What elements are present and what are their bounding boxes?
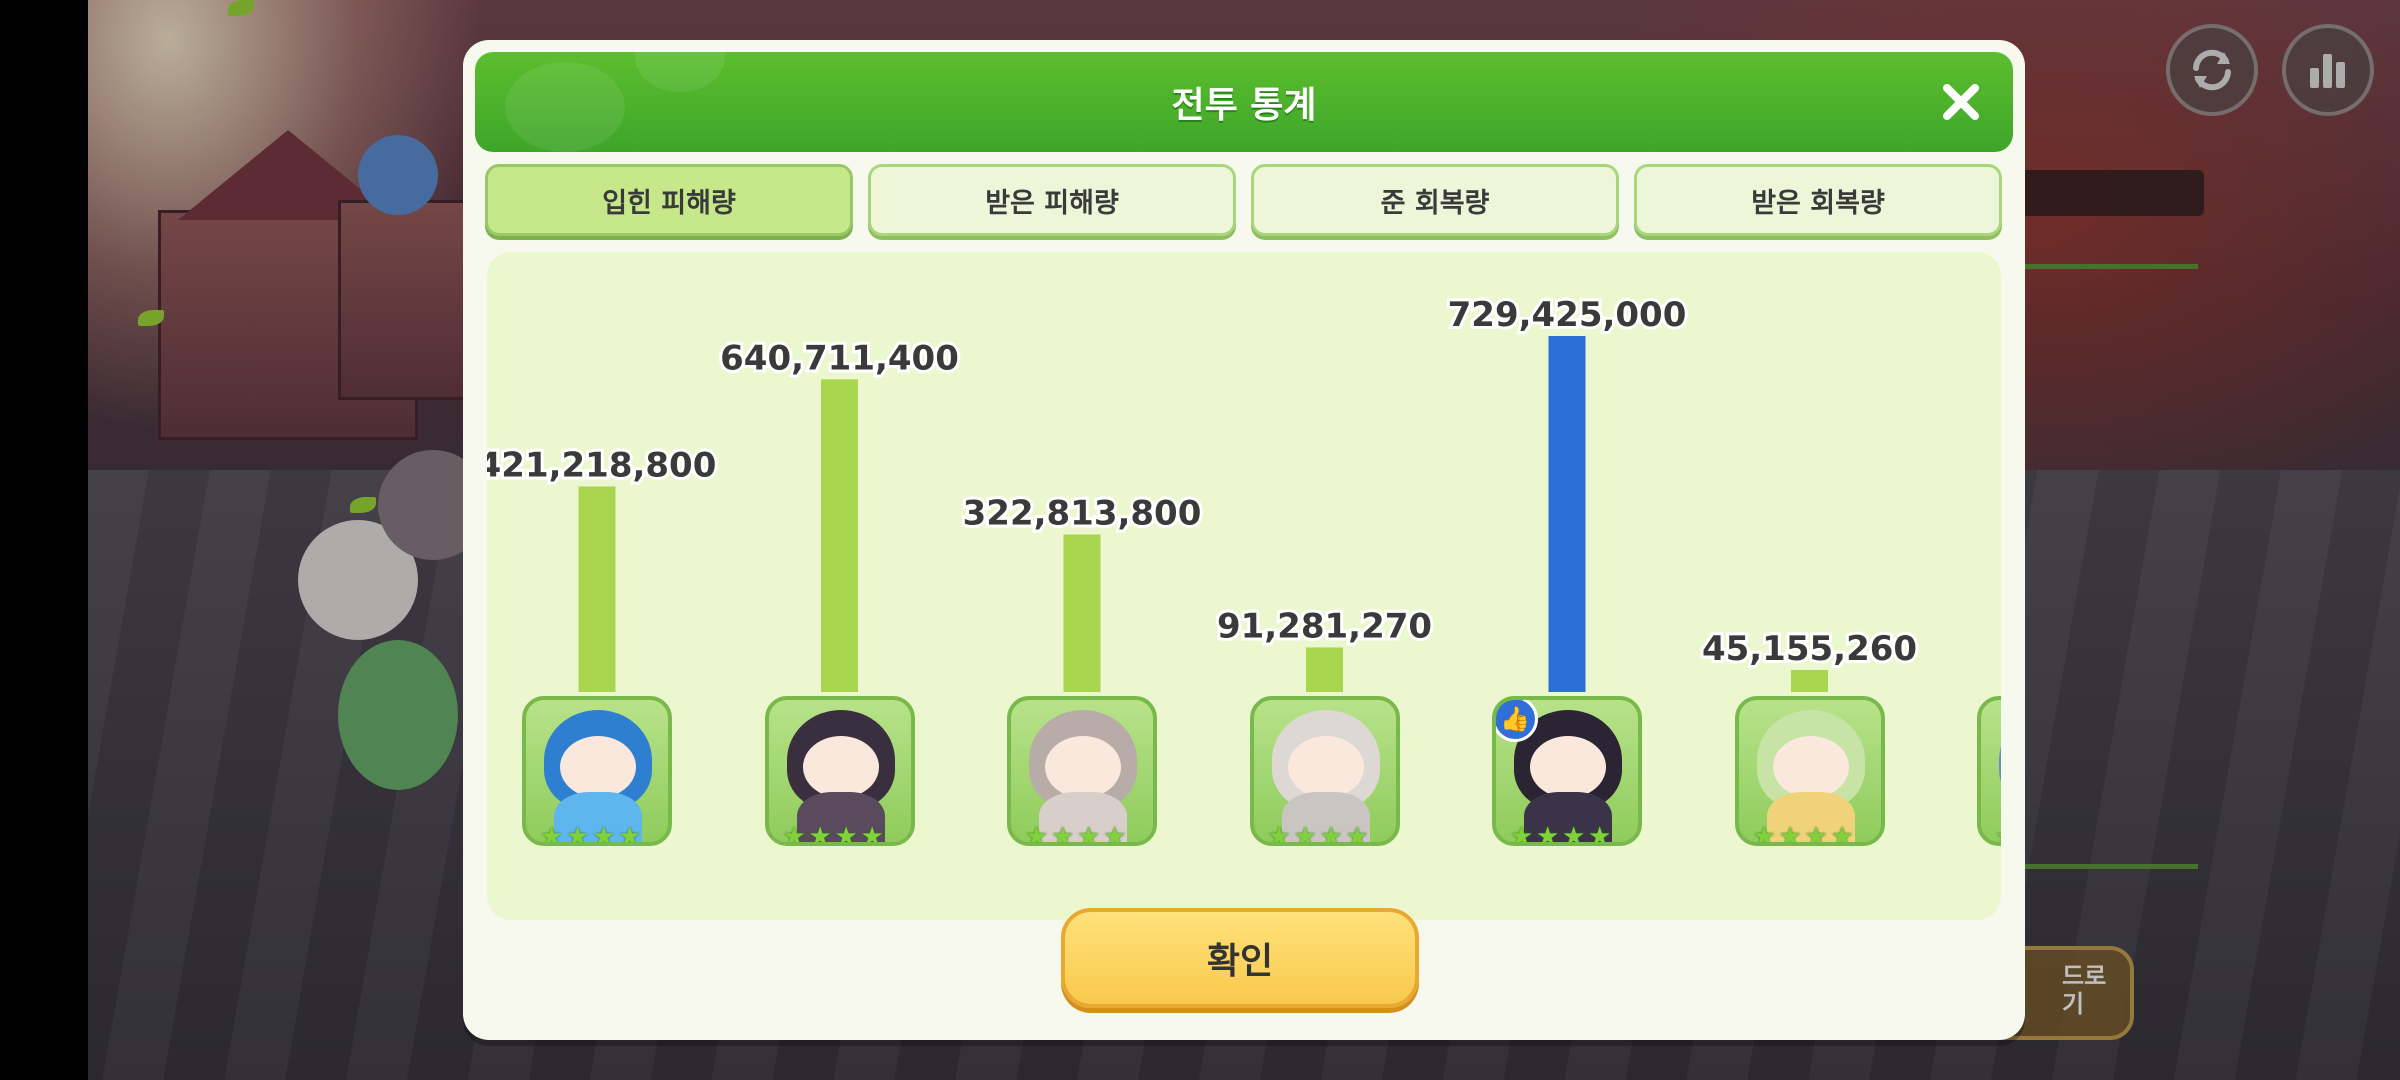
tab-damage-dealt[interactable]: 입힌 피해량 bbox=[485, 164, 853, 236]
dialog-header: 전투 통계 bbox=[475, 52, 2013, 152]
damage-bar bbox=[821, 379, 858, 692]
character-portrait[interactable]: ★★★★ bbox=[522, 696, 672, 846]
close-icon bbox=[1943, 84, 1979, 120]
damage-bar bbox=[1791, 669, 1828, 692]
star-icon: ★ bbox=[860, 822, 884, 846]
star-icon: ★ bbox=[1536, 822, 1560, 846]
tab-healing-done[interactable]: 준 회복량 bbox=[1251, 164, 1619, 236]
character-portrait[interactable]: ★★★★ bbox=[1977, 696, 2001, 846]
character-portrait[interactable]: ★★★★ bbox=[764, 696, 915, 846]
star-icon: ★ bbox=[834, 822, 858, 846]
star-icon: ★ bbox=[1588, 822, 1612, 846]
battle-stats-dialog: 전투 통계 입힌 피해량 받은 피해량 준 회복량 받은 회복량 421,218… bbox=[463, 40, 2025, 1040]
star-icon: ★ bbox=[1804, 822, 1828, 846]
damage-value-label: 729,425,000 bbox=[1448, 295, 1687, 335]
star-icon: ★ bbox=[1345, 822, 1369, 846]
damage-value-label: 640,711,400 bbox=[720, 338, 959, 378]
star-icon: ★ bbox=[1995, 824, 2001, 842]
star-icon: ★ bbox=[782, 822, 806, 846]
character-portrait[interactable]: ★ ★ ★ ★ 👍 bbox=[1492, 696, 1642, 846]
star-icon: ★ bbox=[618, 822, 642, 846]
star-icon: ★ bbox=[1510, 822, 1534, 846]
damage-value-label: 45,155,260 bbox=[1702, 629, 1917, 669]
damage-bar bbox=[1548, 336, 1586, 692]
damage-bar bbox=[578, 486, 616, 692]
star-icon: ★ bbox=[1319, 822, 1343, 846]
damage-bar bbox=[1306, 647, 1343, 692]
star-icon: ★ bbox=[1562, 822, 1586, 846]
damage-bar bbox=[1063, 534, 1101, 692]
damage-value-label: 421,218,800 bbox=[487, 445, 716, 485]
damage-chart-panel: 421,218,800 640,711,400 322,813,800 91,281,… bbox=[487, 252, 2001, 920]
character-portrait[interactable]: ★★★★ bbox=[1249, 696, 1400, 846]
damage-value-label: 91,281,270 bbox=[1217, 606, 1432, 646]
star-icon: ★ bbox=[1025, 822, 1049, 846]
star-icon: ★ bbox=[1103, 822, 1127, 846]
confirm-button[interactable]: 확인 bbox=[1061, 908, 1419, 1008]
damage-value-label: 322,813,800 bbox=[963, 493, 1202, 533]
tab-damage-taken[interactable]: 받은 피해량 bbox=[868, 164, 1236, 236]
character-face bbox=[1287, 736, 1364, 798]
star-icon: ★ bbox=[1267, 822, 1291, 846]
character-hair bbox=[1999, 710, 2001, 810]
star-icon: ★ bbox=[592, 822, 616, 846]
character-portrait[interactable]: ★★★★ bbox=[1734, 696, 1885, 846]
star-icon: ★ bbox=[1051, 822, 1075, 846]
thumbs-up-badge-icon: 👍 bbox=[1496, 700, 1538, 742]
star-icon: ★ bbox=[808, 822, 832, 846]
character-face bbox=[560, 736, 636, 798]
star-icon: ★ bbox=[1293, 822, 1317, 846]
star-icon: ★ bbox=[1778, 822, 1802, 846]
star-icon: ★ bbox=[1830, 822, 1854, 846]
tab-healing-received[interactable]: 받은 회복량 bbox=[1634, 164, 2002, 236]
character-face bbox=[1530, 736, 1606, 798]
character-portrait[interactable]: ★★★★ bbox=[1007, 696, 1157, 846]
character-face bbox=[802, 736, 879, 798]
star-icon: ★ bbox=[1077, 822, 1101, 846]
dialog-title: 전투 통계 bbox=[1171, 85, 1317, 126]
character-face bbox=[1772, 736, 1849, 798]
close-button[interactable] bbox=[1933, 74, 1989, 130]
stat-tabs: 입힌 피해량 받은 피해량 준 회복량 받은 회복량 bbox=[485, 164, 2005, 238]
character-face bbox=[1045, 736, 1121, 798]
star-icon: ★ bbox=[566, 822, 590, 846]
star-icon: ★ bbox=[1752, 822, 1776, 846]
star-icon: ★ bbox=[540, 822, 564, 846]
